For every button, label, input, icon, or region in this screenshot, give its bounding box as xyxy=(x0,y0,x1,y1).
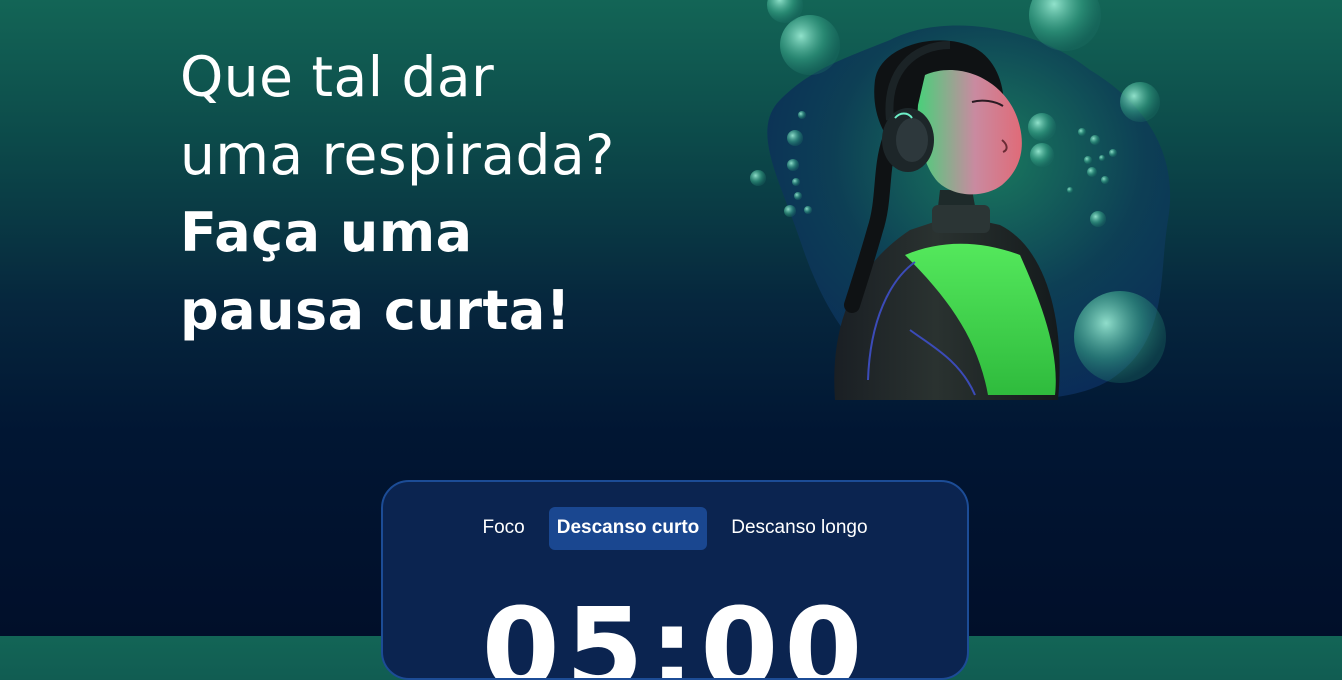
bubble-shape xyxy=(780,15,840,75)
bubble-shape xyxy=(750,170,766,186)
tab-descanso-longo[interactable]: Descanso longo xyxy=(715,507,883,550)
hero-line-3: Faça uma xyxy=(180,201,473,264)
bubble-shape xyxy=(1028,113,1056,141)
bubble-shape xyxy=(1030,143,1054,167)
tab-descanso-curto[interactable]: Descanso curto xyxy=(548,507,708,550)
bubble-shape xyxy=(1074,291,1166,383)
hero-illustration xyxy=(740,0,1190,400)
hero-heading: Que tal dar uma respirada? Faça uma paus… xyxy=(180,38,700,350)
tab-foco[interactable]: Foco xyxy=(466,507,540,550)
woman-with-headphones-image xyxy=(750,0,1171,400)
timer-display: 05:00 xyxy=(481,585,869,680)
timer-card: Foco Descanso curto Descanso longo 05:00 xyxy=(381,480,969,680)
timer-mode-tabs: Foco Descanso curto Descanso longo xyxy=(383,507,967,550)
bubble-shape xyxy=(1090,211,1106,227)
bubble-shape xyxy=(1120,82,1160,122)
hero-line-4: pausa curta! xyxy=(180,279,571,342)
hero-line-1: Que tal dar xyxy=(180,45,495,109)
hero-line-2: uma respirada? xyxy=(180,123,615,187)
